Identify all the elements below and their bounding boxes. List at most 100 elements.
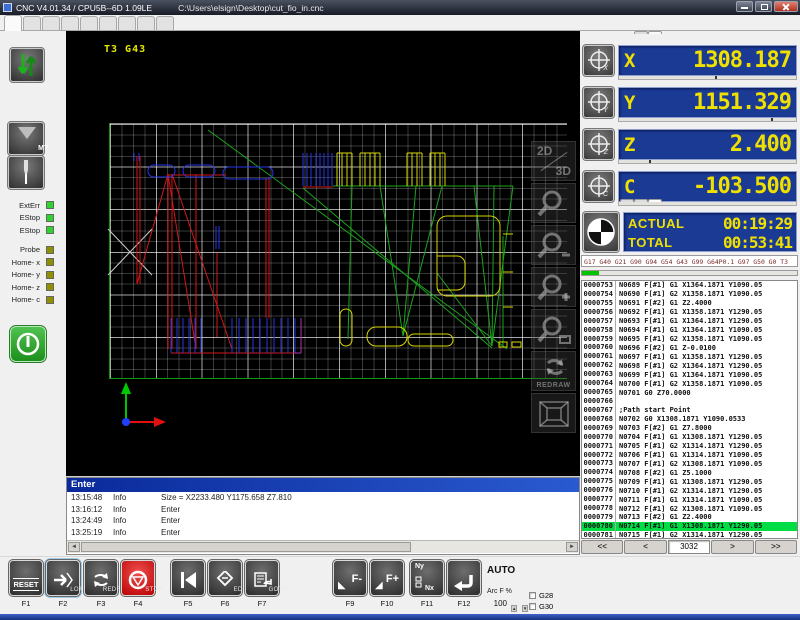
g30-checkbox[interactable] xyxy=(529,603,536,610)
load-button[interactable]: LOAD xyxy=(46,560,80,596)
minimize-button[interactable] xyxy=(736,1,753,12)
menu-tab[interactable] xyxy=(4,15,22,31)
datum-button[interactable] xyxy=(583,212,619,252)
menu-tab[interactable] xyxy=(156,16,174,30)
maximize-button[interactable] xyxy=(755,1,772,12)
view-2d3d-button[interactable]: 2D3D xyxy=(531,141,576,181)
spin-up-icon[interactable]: ▲ xyxy=(511,605,517,612)
axis-zero-button[interactable]: C xyxy=(583,171,614,202)
page-last-button[interactable]: >> xyxy=(755,540,797,554)
gcode-line[interactable]: 0000762 N0698 F[#1] G2 X1364.1871 Y1290.… xyxy=(582,361,797,370)
spindle-tool-button[interactable] xyxy=(8,156,44,189)
axis-display: Y 1151.329 xyxy=(618,87,797,118)
gcode-line[interactable]: 0000775 N0709 F[#1] G1 X1308.1871 Y1290.… xyxy=(582,477,797,486)
axis-zero-button[interactable]: X xyxy=(583,45,614,76)
axis-value: 2.400 xyxy=(635,132,791,157)
coordinate-tab[interactable] xyxy=(634,31,648,34)
gcode-line[interactable]: 0000781 N0715 F[#1] G2 X1314.1871 Y1290.… xyxy=(582,531,797,539)
page-prev-button[interactable]: < xyxy=(624,540,666,554)
gcode-line[interactable]: 0000754 N0690 F[#1] G2 X1358.1871 Y1090.… xyxy=(582,290,797,299)
page-first-button[interactable]: << xyxy=(581,540,623,554)
gcode-line[interactable]: 0000774 N0708 F[#2] G1 Z5.1000 xyxy=(582,468,797,477)
coolant-m7-button[interactable]: M7 xyxy=(8,122,44,155)
goto-button[interactable]: GOTO xyxy=(245,560,279,596)
stop-button[interactable]: STOP xyxy=(121,560,155,596)
page-next-button[interactable]: > xyxy=(711,540,753,554)
zoom-in-button[interactable] xyxy=(531,267,576,307)
zoom-out-button[interactable] xyxy=(531,225,576,265)
gcode-line[interactable]: 0000763 N0699 F[#1] G1 X1364.1871 Y1090.… xyxy=(582,370,797,379)
undo-button[interactable] xyxy=(447,560,481,596)
gcode-line[interactable]: 0000757 N0693 F[#1] G1 X1364.1871 Y1290.… xyxy=(582,317,797,326)
perspective-view-button[interactable] xyxy=(531,393,576,433)
axis-zero-button[interactable]: Y xyxy=(583,87,614,118)
axis-triad xyxy=(106,376,196,446)
edit-button[interactable]: EDIT xyxy=(208,560,242,596)
gcode-line[interactable]: 0000759 N0695 F[#1] G2 X1358.1871 Y1090.… xyxy=(582,335,797,344)
gcode-line[interactable]: 0000776 N0710 F[#1] G2 X1314.1871 Y1290.… xyxy=(582,486,797,495)
gcode-line[interactable]: 0000772 N0706 F[#1] G1 X1314.1871 Y1090.… xyxy=(582,451,797,460)
log-title: Enter xyxy=(67,478,579,492)
zoom-window-button[interactable] xyxy=(531,309,576,349)
gcode-line[interactable]: 0000768 N0702 G0 X1308.1871 Y1090.0533 xyxy=(582,415,797,424)
gcode-line[interactable]: 0000766 xyxy=(582,397,797,406)
feed-minus-button[interactable]: F- ◣ xyxy=(333,560,367,596)
gcode-line[interactable]: 0000769 N0703 F[#2] G1 Z7.8000 xyxy=(582,424,797,433)
arc-feed-value[interactable]: 100 xyxy=(489,599,507,608)
magnifier-icon xyxy=(536,187,572,221)
gcode-line[interactable]: 0000753 N0689 F[#1] G1 X1364.1871 Y1090.… xyxy=(582,281,797,290)
power-start-button[interactable] xyxy=(10,326,46,362)
gcode-line[interactable]: 0000771 N0705 F[#1] G2 X1314.1871 Y1290.… xyxy=(582,442,797,451)
rewind-button[interactable] xyxy=(171,560,205,596)
menu-tab[interactable] xyxy=(42,16,60,30)
gcode-line[interactable]: 0000764 N0700 F[#1] G2 X1358.1871 Y1090.… xyxy=(582,379,797,388)
gcode-line[interactable]: 0000760 N0696 F[#2] G1 Z-0.0100 xyxy=(582,343,797,352)
menu-tab[interactable] xyxy=(118,16,136,30)
toolpath-canvas[interactable]: T3 G43 2D3D xyxy=(66,31,580,477)
close-button[interactable] xyxy=(774,1,798,12)
gcode-line[interactable]: 0000765 N0701 G0 Z70.0000 xyxy=(582,388,797,397)
tool-change-button[interactable] xyxy=(10,48,44,82)
gcode-line[interactable]: 0000778 N0712 F[#1] G2 X1308.1871 Y1090.… xyxy=(582,504,797,513)
gcode-line[interactable]: 0000777 N0711 F[#1] G1 X1314.1871 Y1090.… xyxy=(582,495,797,504)
gcode-line[interactable]: 0000780 N0714 F[#1] G1 X1308.1871 Y1290.… xyxy=(582,522,797,531)
gcode-listing: 0000753 N0689 F[#1] G1 X1364.1871 Y1090.… xyxy=(581,280,798,539)
page-number-field[interactable]: 3032 xyxy=(668,540,710,554)
goto-icon xyxy=(252,571,272,589)
block-number-button[interactable]: Ny Nx xyxy=(410,560,444,596)
menu-tab[interactable] xyxy=(99,16,117,30)
status-led-list: ExtErr EStop EStop Probe Home- x Home- y… xyxy=(0,199,60,306)
feed-plus-button[interactable]: F+ ◢ xyxy=(370,560,404,596)
gcode-line[interactable]: 0000770 N0704 F[#1] G1 X1308.1871 Y1290.… xyxy=(582,433,797,442)
gcode-line[interactable]: 0000767 ;Path start Point xyxy=(582,406,797,415)
led-indicator xyxy=(46,246,54,254)
axis-row: C C -103.500 xyxy=(583,171,797,206)
gcode-line[interactable]: 0000756 N0692 F[#1] G1 X1358.1871 Y1290.… xyxy=(582,308,797,317)
scrollbar-thumb[interactable] xyxy=(81,542,411,552)
reset-button[interactable]: RESET xyxy=(9,560,43,596)
menu-tab[interactable] xyxy=(23,16,41,30)
log-horizontal-scrollbar[interactable]: ◄ ► xyxy=(67,540,579,553)
scroll-left-arrow[interactable]: ◄ xyxy=(68,542,80,552)
menu-tab[interactable] xyxy=(61,16,79,30)
gcode-line[interactable]: 0000755 N0691 F[#2] G1 Z2.4000 xyxy=(582,299,797,308)
g28-checkbox[interactable] xyxy=(529,592,536,599)
zoom-extents-button[interactable] xyxy=(531,183,576,223)
gcode-line[interactable]: 0000779 N0713 F[#2] G1 Z2.4000 xyxy=(582,513,797,522)
menu-tab[interactable] xyxy=(80,16,98,30)
led-indicator xyxy=(46,296,54,304)
led-indicator xyxy=(46,226,54,234)
redraw-button[interactable]: REDRAW xyxy=(84,560,118,596)
axis-scale xyxy=(618,202,797,206)
gcode-line[interactable]: 0000773 N0707 F[#1] G2 X1308.1871 Y1090.… xyxy=(582,459,797,468)
coordinate-tab[interactable] xyxy=(648,31,662,34)
menu-tab[interactable] xyxy=(137,16,155,30)
info-tab[interactable] xyxy=(620,199,634,202)
info-tab[interactable] xyxy=(634,199,648,202)
gcode-line[interactable]: 0000761 N0697 F[#1] G1 X1358.1871 Y1290.… xyxy=(582,352,797,361)
info-tab[interactable] xyxy=(648,199,662,202)
gcode-line[interactable]: 0000758 N0694 F[#1] G1 X1364.1871 Y1090.… xyxy=(582,326,797,335)
scroll-right-arrow[interactable]: ► xyxy=(566,542,578,552)
canvas-redraw-button[interactable]: REDRAW xyxy=(531,351,576,391)
axis-zero-button[interactable]: Z xyxy=(583,129,614,160)
